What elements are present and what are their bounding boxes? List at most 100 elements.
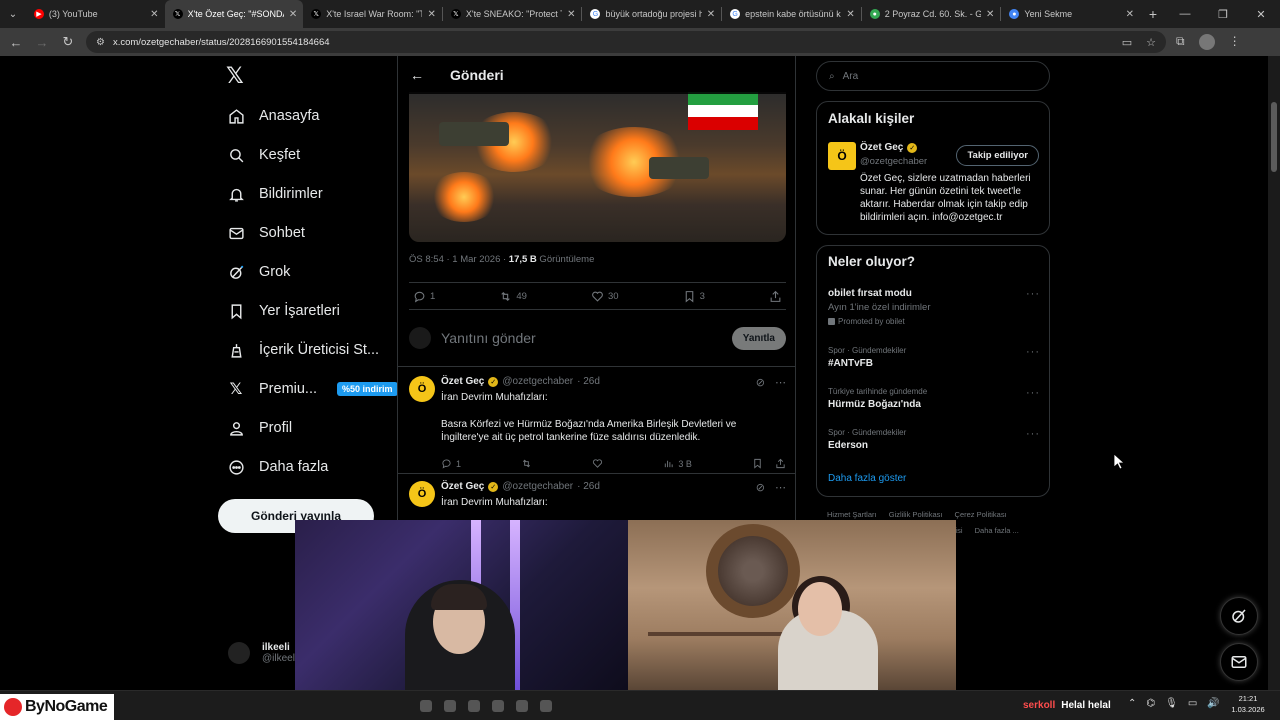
repost-action[interactable] [521,458,532,469]
footer-link[interactable]: Hizmet Şartları [827,510,877,519]
close-tab-icon[interactable]: ✕ [846,9,854,20]
cast-icon[interactable]: ▭ [1122,36,1132,49]
more-options-icon[interactable]: ⋯ [775,376,786,389]
more-options-icon[interactable]: ⋯ [775,481,786,494]
profile-avatar-icon[interactable] [1198,34,1215,50]
browser-menu-icon[interactable]: ⋮ [1229,34,1241,50]
reply-button[interactable]: Yanıtla [731,326,786,350]
close-tab-icon[interactable]: ✕ [427,9,435,20]
nav-notifications[interactable]: Bildirimler [218,179,323,209]
close-tab-icon[interactable]: ✕ [707,9,715,20]
url-bar[interactable]: ⚙ x.com/ozetgechaber/status/202816690155… [86,31,1166,53]
nav-bookmarks[interactable]: Yer İşaretleri [218,296,340,326]
close-tab-icon[interactable]: ✕ [567,9,575,20]
bookmark-action[interactable]: 3 [683,290,705,303]
nav-more[interactable]: Daha fazla [218,452,328,482]
taskbar-app-icon[interactable] [540,700,552,712]
page-scrollbar[interactable] [1268,56,1280,690]
trend-item[interactable]: Türkiye tarihinde gündemde Hürmüz Boğazı… [828,387,1040,410]
tab-search-button[interactable]: ⌄ [0,0,26,28]
following-button[interactable]: Takip ediliyor [956,145,1039,166]
related-handle[interactable]: @ozetgechaber [860,156,927,167]
grok-icon[interactable]: ⊘ [756,481,765,494]
minimize-icon[interactable]: — [1166,8,1204,21]
system-clock[interactable]: 21:21 1.03.2026 [1228,693,1268,715]
nav-creator-studio[interactable]: İçerik Üreticisi St... [218,335,379,365]
post-time[interactable]: · 26d [577,481,600,492]
footer-link[interactable]: Çerez Politikası [955,510,1007,519]
trend-item[interactable]: obilet fırsat modu Ayın 1'ine özel indir… [828,288,1040,326]
grok-fab[interactable] [1220,597,1258,635]
author-name[interactable]: Özet Geç [441,481,484,492]
nav-premium[interactable]: 𝕏 Premiu... %50 indirim [218,374,398,404]
more-options-icon[interactable]: ··· [1026,428,1040,440]
close-tab-icon[interactable]: ✕ [986,9,994,20]
browser-tab[interactable]: ▶ (3) YouTube ✕ [26,0,165,28]
back-arrow-icon[interactable]: ← [8,35,24,50]
browser-tab[interactable]: 𝕏 X'te SNEAKO: "Protect Tu ✕ [443,0,582,28]
like-action[interactable] [592,458,603,469]
grok-icon[interactable]: ⊘ [756,376,765,389]
avatar[interactable]: Ö [409,481,435,507]
author-handle[interactable]: @ozetgechaber [502,481,573,492]
taskbar-app-icon[interactable] [444,700,456,712]
close-tab-icon[interactable]: ✕ [150,9,158,20]
new-tab-button[interactable]: + [1140,6,1166,22]
volume-icon[interactable]: 🔊 [1207,698,1219,709]
browser-tab[interactable]: ● Yeni Sekme ✕ [1001,0,1140,28]
taskbar-app-icon[interactable] [516,700,528,712]
close-window-icon[interactable]: ✕ [1242,8,1280,21]
display-icon[interactable]: ▭ [1188,698,1197,709]
close-tab-icon[interactable]: ✕ [289,9,297,20]
repost-action[interactable]: 49 [499,290,527,303]
footer-link[interactable]: Daha fazla ... [975,526,1019,535]
nav-home[interactable]: Anasayfa [218,101,319,131]
restore-icon[interactable]: ❐ [1204,8,1242,21]
taskbar-app-icon[interactable] [492,700,504,712]
avatar[interactable]: Ö [828,142,856,170]
avatar[interactable]: Ö [409,376,435,402]
share-icon[interactable] [775,458,786,469]
post-image[interactable] [409,92,786,242]
reply-tweet[interactable]: Ö Özet Geç ✓ @ozetgechaber · 26d ⊘ ⋯ İra… [409,376,786,476]
x-logo-icon[interactable]: 𝕏 [226,64,244,89]
browser-tab[interactable]: ●2 Poyraz Cd. 60. Sk. - Goo✕ [862,0,1001,28]
bookmark-icon[interactable] [752,458,763,469]
search-input[interactable]: ⌕ Ara [816,61,1050,91]
reply-input[interactable]: Yanıtını gönder [441,330,722,346]
reload-icon[interactable]: ↻ [60,34,76,50]
browser-tab[interactable]: Gepstein kabe örtüsünü kı ✕ [722,0,861,28]
reply-action[interactable]: 1 [413,290,435,303]
taskbar-app-icon[interactable] [420,700,432,712]
url-text[interactable]: x.com/ozetgechaber/status/20281669015541… [113,37,330,48]
share-action[interactable] [769,290,782,303]
network-icon[interactable]: ⌬ [1146,698,1155,709]
account-switcher[interactable]: ilkeeli @ilkeeli [228,642,297,664]
footer-link[interactable]: Gizlilik Politikası [889,510,943,519]
nav-chat[interactable]: Sohbet [218,218,305,248]
site-info-icon[interactable]: ⚙ [96,37,105,48]
microphone-icon[interactable]: 🎙 [1165,698,1178,709]
close-tab-icon[interactable]: ✕ [1126,9,1134,20]
forward-arrow-icon[interactable]: → [34,35,50,50]
browser-tab[interactable]: 𝕏 X'te Israel War Room: "Tu ✕ [303,0,442,28]
show-more-link[interactable]: Daha fazla göster [828,473,906,484]
taskbar-app-icon[interactable] [468,700,480,712]
back-arrow-icon[interactable]: ← [410,67,424,83]
nav-explore[interactable]: Keşfet [218,140,300,170]
reply-action[interactable]: 1 [441,458,461,469]
nav-grok[interactable]: Grok [218,257,290,287]
more-options-icon[interactable]: ··· [1026,346,1040,358]
browser-tab[interactable]: Gbüyük ortadoğu projesi h ✕ [582,0,721,28]
trend-item[interactable]: Spor · Gündemdekiler Ederson ··· [828,428,1040,451]
chevron-up-icon[interactable]: ⌃ [1128,698,1136,709]
author-handle[interactable]: @ozetgechaber [502,376,573,387]
nav-profile[interactable]: Profil [218,413,292,443]
bookmark-star-icon[interactable]: ☆ [1146,36,1156,49]
more-options-icon[interactable]: ··· [1026,387,1040,399]
like-action[interactable]: 30 [591,290,619,303]
more-options-icon[interactable]: ··· [1026,288,1040,300]
related-name[interactable]: Özet Geç [860,142,903,153]
extensions-icon[interactable]: ⧉ [1176,34,1185,50]
scrollbar-thumb[interactable] [1271,102,1277,172]
